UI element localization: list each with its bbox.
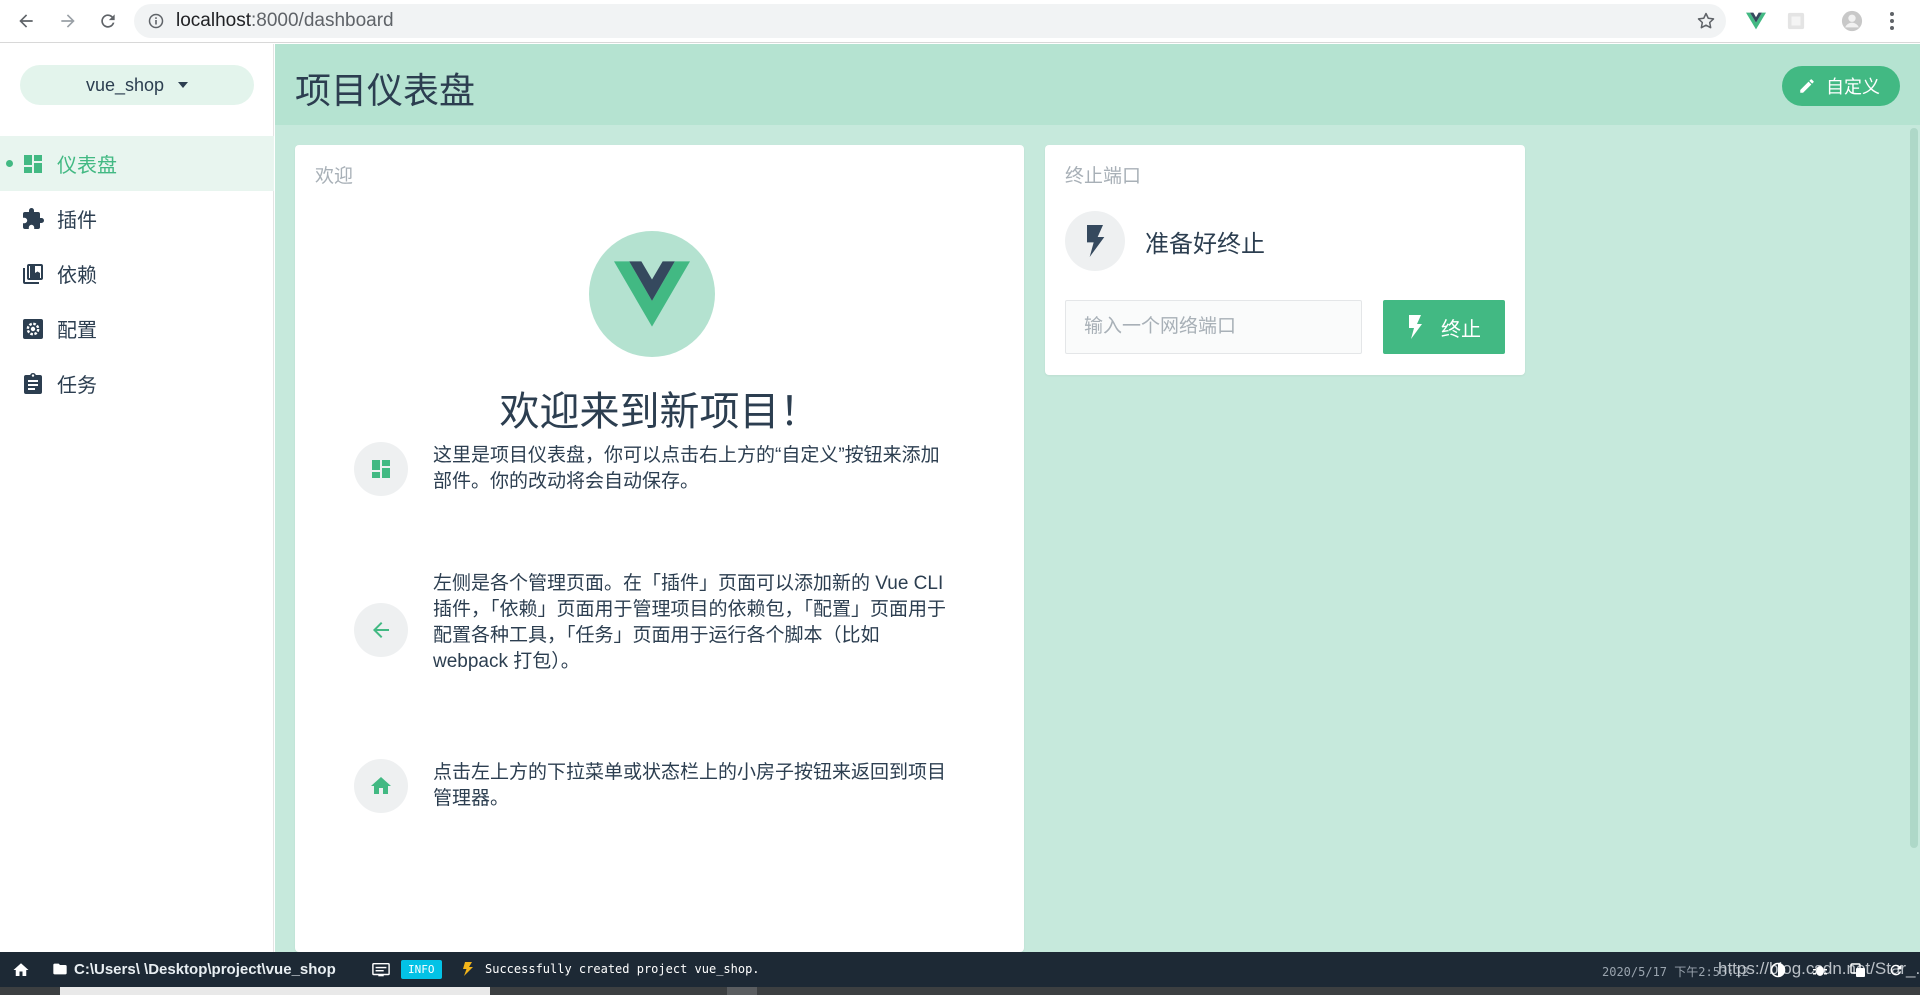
tip-text: 左侧是各个管理页面。在「插件」页面可以添加新的 Vue CLI 插件，「依赖」页… (433, 573, 947, 672)
forward-button[interactable] (48, 1, 88, 41)
refresh-icon[interactable] (1888, 962, 1904, 978)
kill-button-label: 终止 (1441, 318, 1481, 341)
sidebar: vue_shop 仪表盘 插件 依赖 配置 任务 (0, 44, 274, 952)
sidebar-item-label: 任务 (57, 375, 97, 397)
back-button[interactable] (6, 1, 46, 41)
sidebar-item-label: 依赖 (57, 265, 97, 287)
project-selector[interactable]: vue_shop (20, 65, 254, 105)
library-icon (20, 261, 46, 287)
clipboard-icon (20, 371, 46, 397)
settings-icon (20, 316, 46, 342)
page-title: 项目仪表盘 (295, 70, 476, 111)
sidebar-item-tasks[interactable]: 任务 (0, 356, 274, 411)
taskbar-item (60, 987, 490, 995)
arrow-left-icon (354, 603, 408, 657)
sidebar-item-label: 插件 (57, 210, 97, 232)
pencil-icon (1800, 79, 1814, 93)
caret-down-icon (178, 82, 189, 88)
log-level-badge: INFO (401, 960, 442, 979)
sidebar-item-configuration[interactable]: 配置 (0, 301, 274, 356)
taskbar-item (727, 987, 757, 995)
folder-icon[interactable] (52, 961, 68, 977)
vue-logo (589, 231, 715, 357)
reload-icon (101, 14, 115, 28)
sidebar-item-label: 仪表盘 (57, 155, 117, 177)
lightning-icon (1409, 315, 1422, 339)
welcome-heading: 欢迎来到新项目！ (499, 390, 820, 434)
customize-button[interactable]: 自定义 (1782, 66, 1900, 106)
address-bar[interactable]: localhost:8000/dashboard (134, 4, 1726, 38)
reload-button[interactable] (88, 1, 128, 41)
project-name: vue_shop (85, 74, 165, 95)
sidebar-item-plugins[interactable]: 插件 (0, 191, 274, 246)
active-indicator (6, 160, 13, 167)
sidebar-item-dependencies[interactable]: 依赖 (0, 246, 274, 301)
puzzle-icon (20, 206, 46, 232)
page-header: 项目仪表盘 自定义 (275, 44, 1920, 125)
arrow-left-icon (19, 14, 33, 28)
tip-text: 这里是项目仪表盘，你可以点击右上方的“自定义”按钮来添加部件。你的改动将会自动保… (433, 445, 940, 492)
kill-status-row: 准备好终止 (1065, 211, 1265, 271)
browser-menu-icon[interactable] (1880, 9, 1904, 33)
profile-avatar-icon[interactable] (1840, 9, 1864, 33)
last-log-message[interactable]: Successfully created project vue_shop. (485, 962, 760, 976)
scrollbar[interactable] (1910, 128, 1918, 848)
project-path[interactable]: C:\Users\ \Desktop\project\vue_shop (74, 961, 336, 978)
status-bar: C:\Users\ \Desktop\project\vue_shop INFO… (0, 952, 1920, 987)
bookmark-star-icon[interactable] (1696, 11, 1716, 31)
kill-status-text: 准备好终止 (1145, 230, 1265, 258)
welcome-widget: 欢迎 欢迎来到新项目！ 这里是项目仪表盘，你可以点击右上方的“自定义”按钮来添加… (295, 145, 1024, 952)
flash-icon (463, 962, 473, 976)
dashboard-icon (354, 442, 408, 496)
os-taskbar-strip (0, 987, 1920, 995)
browser-toolbar: localhost:8000/dashboard (0, 0, 1920, 43)
kill-port-widget: 终止端口 准备好终止 终止 (1045, 145, 1525, 375)
extension-icon[interactable] (1784, 9, 1808, 33)
translate-icon[interactable] (1850, 962, 1866, 978)
home-icon[interactable] (12, 961, 30, 979)
vue-devtools-icon[interactable] (1744, 9, 1768, 33)
kill-button[interactable]: 终止 (1383, 300, 1505, 354)
lightning-icon (1065, 211, 1125, 271)
sidebar-item-dashboard[interactable]: 仪表盘 (0, 136, 274, 191)
widget-title: 欢迎 (315, 166, 354, 187)
port-input[interactable] (1065, 300, 1362, 354)
dark-mode-icon[interactable] (1770, 962, 1786, 978)
customize-button-label: 自定义 (1826, 77, 1880, 97)
widget-title: 终止端口 (1065, 166, 1142, 187)
home-icon (354, 759, 408, 813)
arrow-right-icon (61, 14, 75, 28)
main-content: 项目仪表盘 自定义 欢迎 欢迎来到新项目！ 这里是项目仪表盘，你可以点击右上方的… (275, 44, 1920, 952)
console-log-icon[interactable] (372, 962, 390, 978)
sidebar-nav: 仪表盘 插件 依赖 配置 任务 (0, 136, 274, 411)
dashboard-icon (20, 151, 46, 177)
tip-text: 点击左上方的下拉菜单或状态栏上的小房子按钮来返回到项目管理器。 (433, 762, 947, 809)
sidebar-item-label: 配置 (57, 320, 97, 342)
url-text: localhost:8000/dashboard (176, 10, 394, 31)
bug-report-icon[interactable] (1812, 962, 1828, 978)
info-icon[interactable] (148, 13, 164, 29)
